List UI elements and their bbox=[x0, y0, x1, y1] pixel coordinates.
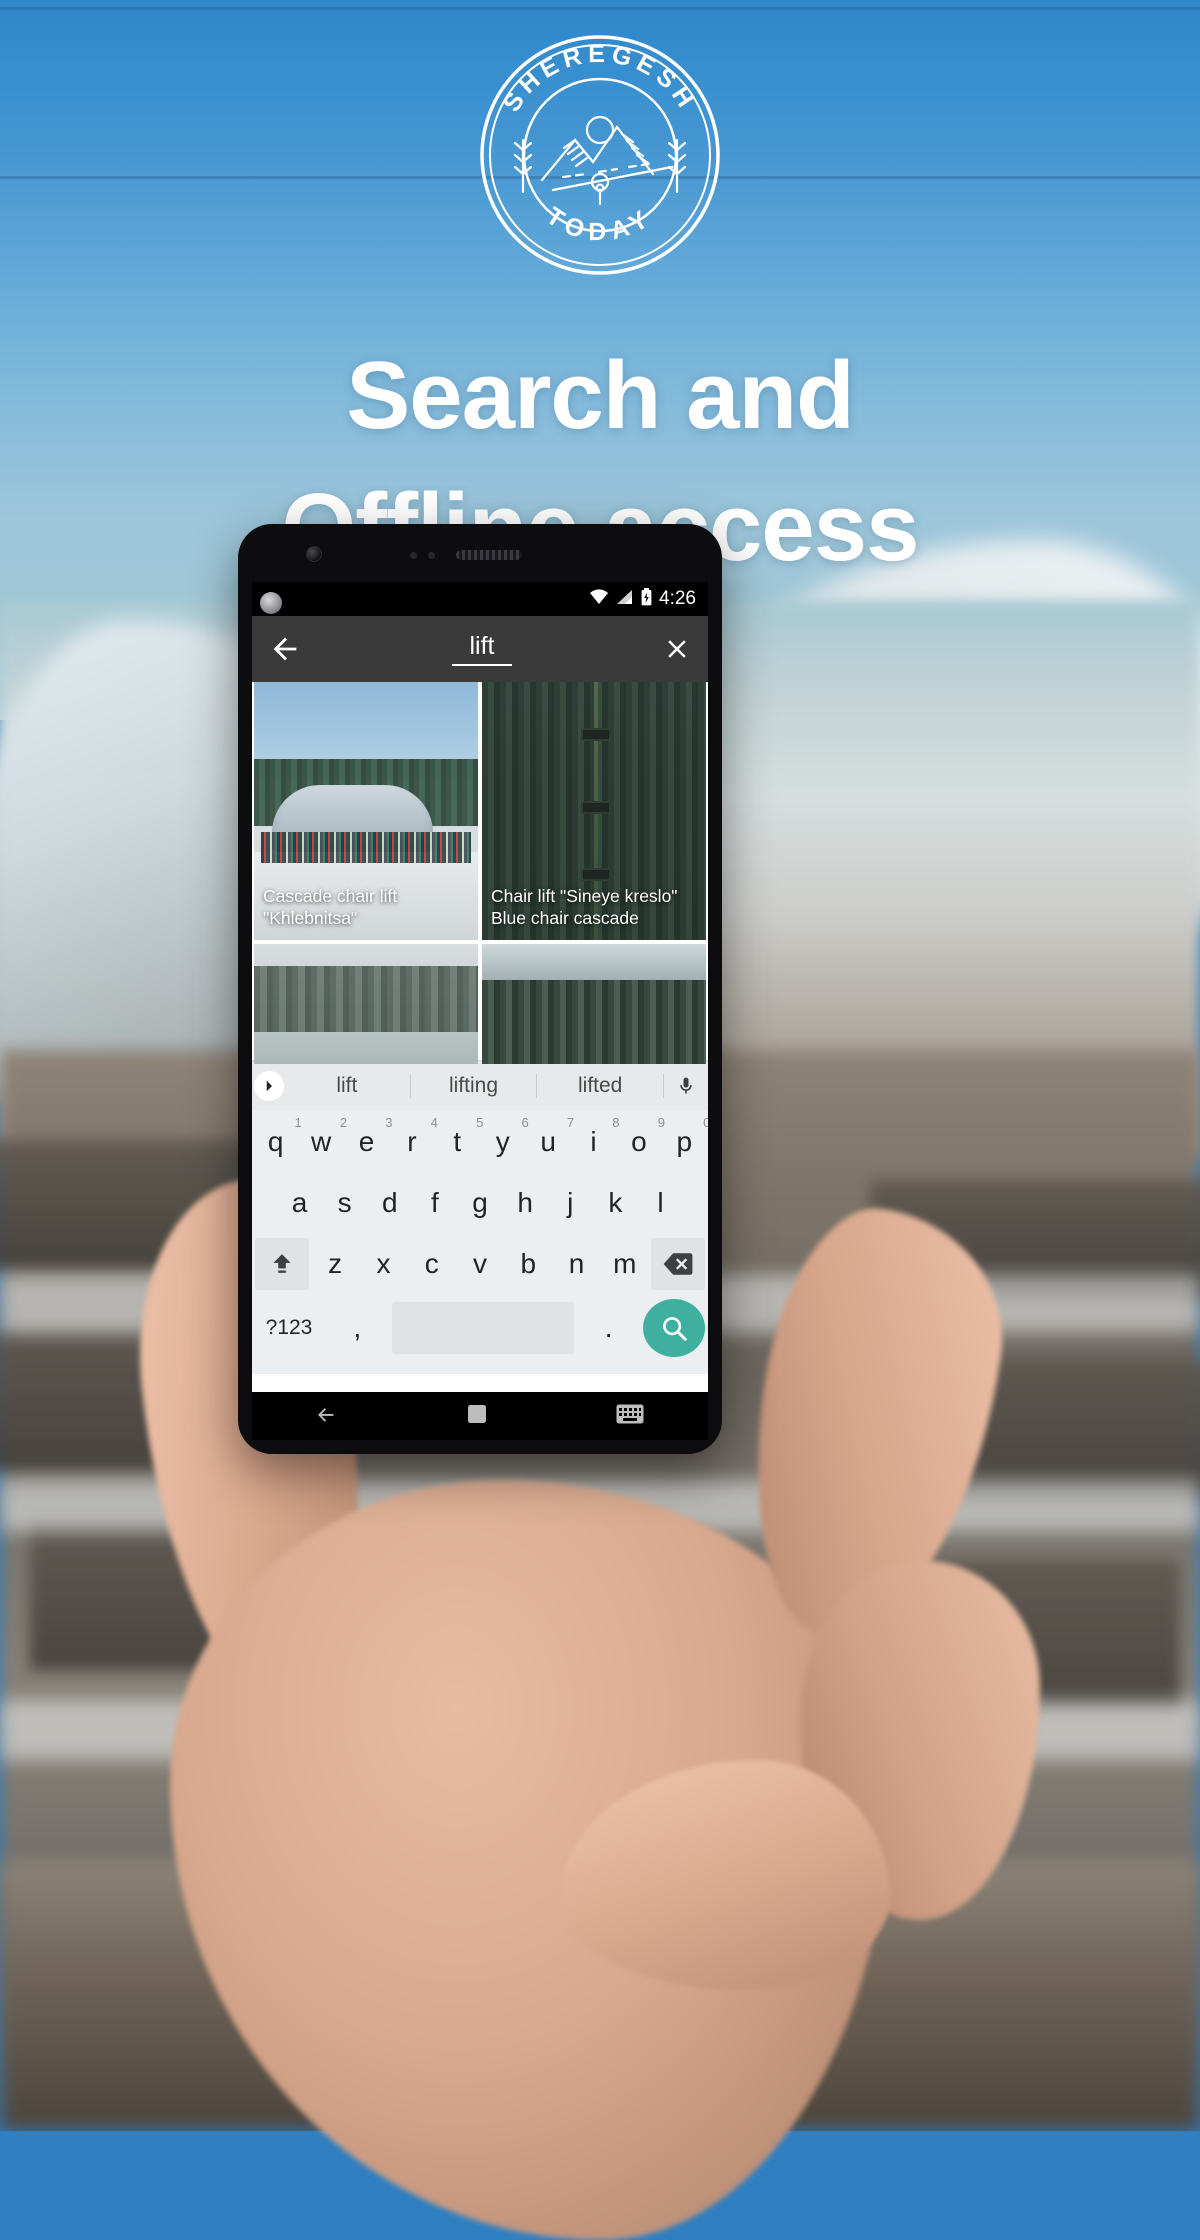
shift-icon[interactable] bbox=[255, 1238, 310, 1290]
key-e[interactable]: 3e bbox=[346, 1115, 393, 1168]
key-s[interactable]: s bbox=[324, 1177, 365, 1229]
android-navigation-bar bbox=[252, 1392, 708, 1440]
key-c[interactable]: c bbox=[410, 1238, 454, 1290]
key-label: y bbox=[495, 1126, 510, 1157]
suggestion-chip[interactable]: lifting bbox=[411, 1073, 538, 1098]
key-j[interactable]: j bbox=[550, 1177, 591, 1229]
status-time: 4:26 bbox=[659, 588, 696, 609]
key-r[interactable]: 4r bbox=[391, 1115, 438, 1168]
result-caption-line1: Cascade chair lift bbox=[263, 885, 398, 906]
search-app-bar: lift bbox=[252, 616, 708, 682]
front-camera-icon bbox=[306, 546, 322, 562]
microphone-icon[interactable] bbox=[664, 1073, 708, 1099]
result-caption-line1: Chair lift "Sineye kreslo" bbox=[491, 885, 678, 906]
key-i[interactable]: 8i bbox=[573, 1115, 619, 1168]
arrow-back-icon[interactable] bbox=[268, 632, 302, 666]
key-h[interactable]: h bbox=[505, 1177, 546, 1229]
key-m[interactable]: m bbox=[603, 1238, 647, 1290]
space-key[interactable] bbox=[391, 1302, 575, 1354]
close-icon[interactable] bbox=[662, 634, 692, 664]
nav-square-icon[interactable] bbox=[467, 1404, 487, 1429]
result-caption: Chair lift "Sineye kreslo" Blue chair ca… bbox=[491, 885, 697, 931]
key-v[interactable]: v bbox=[458, 1238, 502, 1290]
chevron-right-icon[interactable] bbox=[254, 1070, 284, 1101]
key-q[interactable]: 1q bbox=[255, 1115, 302, 1168]
notification-led-icon bbox=[260, 592, 282, 614]
result-card[interactable] bbox=[254, 944, 478, 1064]
earpiece-speaker bbox=[456, 550, 522, 560]
keyboard-row-2: a s d f g h j k l bbox=[255, 1177, 705, 1229]
battery-icon bbox=[641, 587, 652, 611]
key-label: q bbox=[267, 1126, 284, 1157]
key-t[interactable]: 5t bbox=[437, 1115, 483, 1168]
key-f[interactable]: f bbox=[414, 1177, 455, 1229]
sky-line-upper bbox=[0, 7, 1200, 10]
search-input[interactable]: lift bbox=[452, 632, 512, 666]
key-b[interactable]: b bbox=[506, 1238, 550, 1290]
search-icon[interactable] bbox=[643, 1299, 705, 1357]
key-label: w bbox=[310, 1126, 332, 1157]
result-thumbnail bbox=[254, 944, 478, 1064]
virtual-keyboard: 1q 2w 3e 4r 5t 6y 7u 8i 9o 0p a s d f g … bbox=[252, 1110, 708, 1374]
result-card[interactable]: Chair lift "Sineye kreslo" Blue chair ca… bbox=[482, 682, 706, 940]
phone-bottom-bezel bbox=[238, 1440, 722, 1454]
key-l[interactable]: l bbox=[640, 1177, 681, 1229]
key-label: p bbox=[676, 1126, 693, 1157]
signal-icon bbox=[616, 589, 634, 610]
suggestion-chip[interactable]: lift bbox=[284, 1073, 411, 1098]
key-label: o bbox=[631, 1126, 647, 1157]
symbols-key[interactable]: ?123 bbox=[255, 1302, 323, 1354]
proximity-sensor-icon bbox=[410, 552, 417, 559]
key-x[interactable]: x bbox=[361, 1238, 405, 1290]
key-d[interactable]: d bbox=[369, 1177, 410, 1229]
key-u[interactable]: 7u bbox=[527, 1115, 574, 1168]
sheregesh-today-logo: SHEREGESH TODAY bbox=[467, 22, 733, 288]
key-period[interactable]: . bbox=[578, 1302, 639, 1354]
headline-line-1: Search and bbox=[346, 342, 855, 449]
key-a[interactable]: a bbox=[279, 1177, 320, 1229]
key-w[interactable]: 2w bbox=[300, 1115, 347, 1168]
status-bar: 4:26 bbox=[252, 582, 708, 616]
light-sensor-icon bbox=[428, 552, 435, 559]
key-label: e bbox=[358, 1126, 375, 1157]
keyboard-row-3: z x c v b n m bbox=[255, 1238, 705, 1290]
phone-device: 4:26 lift Cascade chair lift "Khlebnitsa… bbox=[238, 524, 722, 1454]
result-card[interactable] bbox=[482, 944, 706, 1064]
result-thumbnail bbox=[482, 944, 706, 1064]
suggestion-chip[interactable]: lifted bbox=[537, 1073, 665, 1098]
key-k[interactable]: k bbox=[595, 1177, 636, 1229]
nav-back-icon[interactable] bbox=[316, 1403, 338, 1430]
key-hint: 0 bbox=[703, 1115, 708, 1130]
backspace-icon[interactable] bbox=[650, 1238, 705, 1290]
search-input-wrap[interactable]: lift bbox=[302, 632, 662, 666]
search-results-grid: Cascade chair lift "Khlebnitsa" Chair li… bbox=[252, 682, 708, 1064]
phone-top-bezel bbox=[238, 524, 722, 582]
result-card[interactable]: Cascade chair lift "Khlebnitsa" bbox=[254, 682, 478, 940]
result-caption: Cascade chair lift "Khlebnitsa" bbox=[263, 885, 469, 931]
keyboard-suggestion-strip: lift lifting lifted bbox=[252, 1060, 708, 1110]
key-label: r bbox=[407, 1126, 417, 1157]
key-n[interactable]: n bbox=[554, 1238, 598, 1290]
keyboard-row-1: 1q 2w 3e 4r 5t 6y 7u 8i 9o 0p bbox=[255, 1115, 708, 1168]
key-g[interactable]: g bbox=[459, 1177, 500, 1229]
key-label: t bbox=[453, 1126, 462, 1157]
key-y[interactable]: 6y bbox=[482, 1115, 529, 1168]
result-caption-line2: Blue chair cascade bbox=[491, 908, 639, 929]
key-p[interactable]: 0p bbox=[664, 1115, 708, 1168]
key-comma[interactable]: , bbox=[327, 1302, 388, 1354]
result-caption-line2: "Khlebnitsa" bbox=[263, 908, 358, 929]
key-o[interactable]: 9o bbox=[618, 1115, 665, 1168]
svg-text:TODAY: TODAY bbox=[541, 202, 659, 246]
key-label: i bbox=[590, 1126, 597, 1157]
key-label: u bbox=[540, 1126, 556, 1157]
phone-screen: 4:26 lift Cascade chair lift "Khlebnitsa… bbox=[252, 582, 708, 1392]
keyboard-row-4: ?123 , . bbox=[255, 1299, 705, 1357]
nav-keyboard-icon[interactable] bbox=[616, 1404, 644, 1429]
wifi-icon bbox=[589, 588, 609, 610]
key-z[interactable]: z bbox=[313, 1238, 357, 1290]
